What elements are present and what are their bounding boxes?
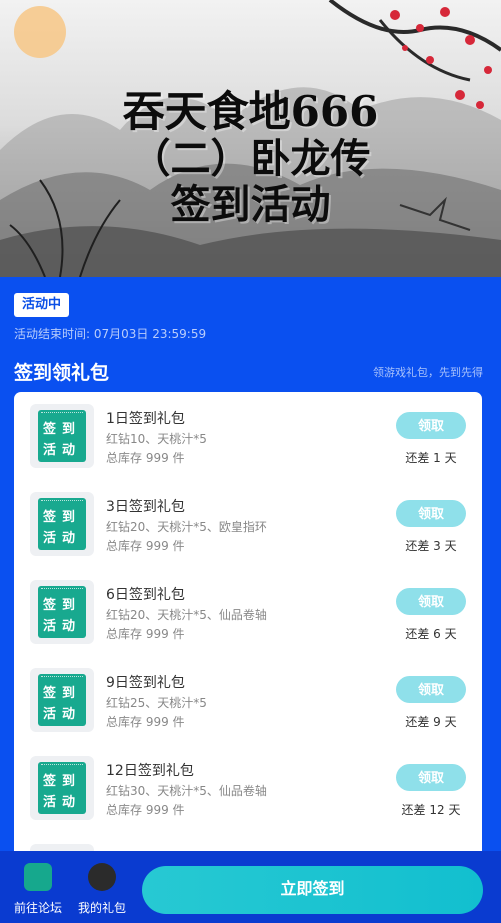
forum-link[interactable]: 前往论坛 — [10, 863, 66, 919]
gift-stock: 总库存 999 件 — [106, 803, 185, 817]
forum-app-icon — [24, 863, 52, 891]
claim-button[interactable]: 领取 — [396, 500, 466, 527]
days-remaining: 还差 12 天 — [401, 803, 461, 817]
days-remaining: 还差 9 天 — [405, 715, 457, 729]
gift-row: 签到 活动 12日签到礼包 红钻30、天桃汁*5、仙品卷轴 总库存 999 件 领… — [14, 744, 482, 832]
gift-thumbnail: 签到 活动 — [30, 404, 94, 468]
checkin-badge-icon: 签到 活动 — [38, 586, 86, 638]
gift-stock: 总库存 999 件 — [106, 715, 185, 729]
days-remaining: 还差 6 天 — [405, 627, 457, 641]
gift-title: 9日签到礼包 — [106, 675, 185, 691]
gift-items: 红钻20、天桃汁*5、欧皇指环 — [106, 520, 267, 534]
gift-box-icon — [88, 863, 116, 891]
gift-row: 签到 活动 9日签到礼包 红钻25、天桃汁*5 总库存 999 件 领取 还差 9… — [14, 656, 482, 744]
gift-stock: 总库存 999 件 — [106, 539, 185, 553]
days-remaining: 还差 3 天 — [405, 539, 457, 553]
claim-button[interactable]: 领取 — [396, 588, 466, 615]
gift-title: 6日签到礼包 — [106, 587, 185, 603]
gift-items: 红钻25、天桃汁*5 — [106, 696, 207, 710]
banner-title-line3: 签到活动 — [170, 181, 331, 228]
checkin-badge-icon: 签到 活动 — [38, 410, 86, 462]
claim-button[interactable]: 领取 — [396, 676, 466, 703]
gift-stock: 总库存 999 件 — [106, 627, 185, 641]
gift-list: 签到 活动 1日签到礼包 红钻10、天桃汁*5 总库存 999 件 领取 还差 1… — [14, 392, 482, 862]
section-subtitle: 领游戏礼包，先到先得 — [373, 366, 483, 379]
gift-items: 红钻10、天桃汁*5 — [106, 432, 207, 446]
checkin-badge-icon: 签到 活动 — [38, 498, 86, 550]
gift-items: 红钻20、天桃汁*5、仙品卷轴 — [106, 608, 267, 622]
checkin-now-button[interactable]: 立即签到 — [142, 866, 483, 914]
gift-row: 签到 活动 1日签到礼包 红钻10、天桃汁*5 总库存 999 件 领取 还差 1… — [14, 392, 482, 480]
gift-title: 12日签到礼包 — [106, 763, 194, 779]
claim-button[interactable]: 领取 — [396, 764, 466, 791]
gift-thumbnail: 签到 活动 — [30, 580, 94, 644]
gift-row: 签到 活动 3日签到礼包 红钻20、天桃汁*5、欧皇指环 总库存 999 件 领取… — [14, 480, 482, 568]
forum-label: 前往论坛 — [13, 901, 62, 915]
checkin-badge-icon: 签到 活动 — [38, 762, 86, 814]
gift-title: 3日签到礼包 — [106, 499, 185, 515]
banner: 吞天食地666 （二）卧龙传 签到活动 — [0, 0, 501, 277]
claim-button[interactable]: 领取 — [396, 412, 466, 439]
gift-thumbnail: 签到 活动 — [30, 492, 94, 556]
gift-stock: 总库存 999 件 — [106, 451, 185, 465]
status-badge: 活动中 — [14, 293, 70, 317]
gift-thumbnail: 签到 活动 — [30, 756, 94, 820]
gift-items: 红钻30、天桃汁*5、仙品卷轴 — [106, 784, 267, 798]
my-gifts-link[interactable]: 我的礼包 — [74, 863, 130, 919]
checkin-badge-icon: 签到 活动 — [38, 674, 86, 726]
gift-title: 1日签到礼包 — [106, 411, 185, 427]
gift-thumbnail: 签到 活动 — [30, 668, 94, 732]
gift-row: 签到 活动 6日签到礼包 红钻20、天桃汁*5、仙品卷轴 总库存 999 件 领取… — [14, 568, 482, 656]
activity-end-time: 活动结束时间: 07月03日 23:59:59 — [14, 327, 207, 341]
section-title: 签到领礼包 — [14, 362, 110, 384]
my-gifts-label: 我的礼包 — [77, 901, 126, 915]
days-remaining: 还差 1 天 — [405, 451, 457, 465]
